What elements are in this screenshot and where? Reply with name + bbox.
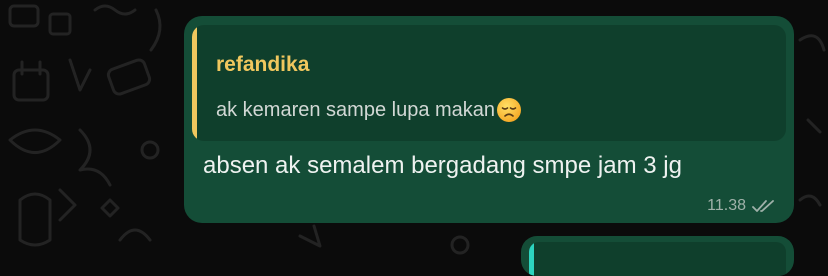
quoted-text-row: ak kemaren sampe lupa makan <box>216 97 522 123</box>
quoted-author-name: refandika <box>216 53 310 76</box>
double-check-icon <box>752 200 774 212</box>
next-message-bubble[interactable] <box>521 236 794 276</box>
disappointed-face-icon <box>497 98 522 122</box>
message-text: absen ak semalem bergadang smpe jam 3 jg <box>203 152 682 179</box>
message-meta: 11.38 <box>707 197 776 215</box>
next-quoted-reply <box>529 242 786 276</box>
outgoing-message-bubble[interactable]: refandika ak kemaren sampe lupa makan ab… <box>184 16 794 223</box>
quoted-reply[interactable]: refandika ak kemaren sampe lupa makan <box>192 25 786 141</box>
next-quote-accent-bar <box>529 242 534 276</box>
quote-accent-bar <box>192 25 197 141</box>
message-time: 11.38 <box>707 197 746 214</box>
quoted-message-text: ak kemaren sampe lupa makan <box>216 98 496 121</box>
